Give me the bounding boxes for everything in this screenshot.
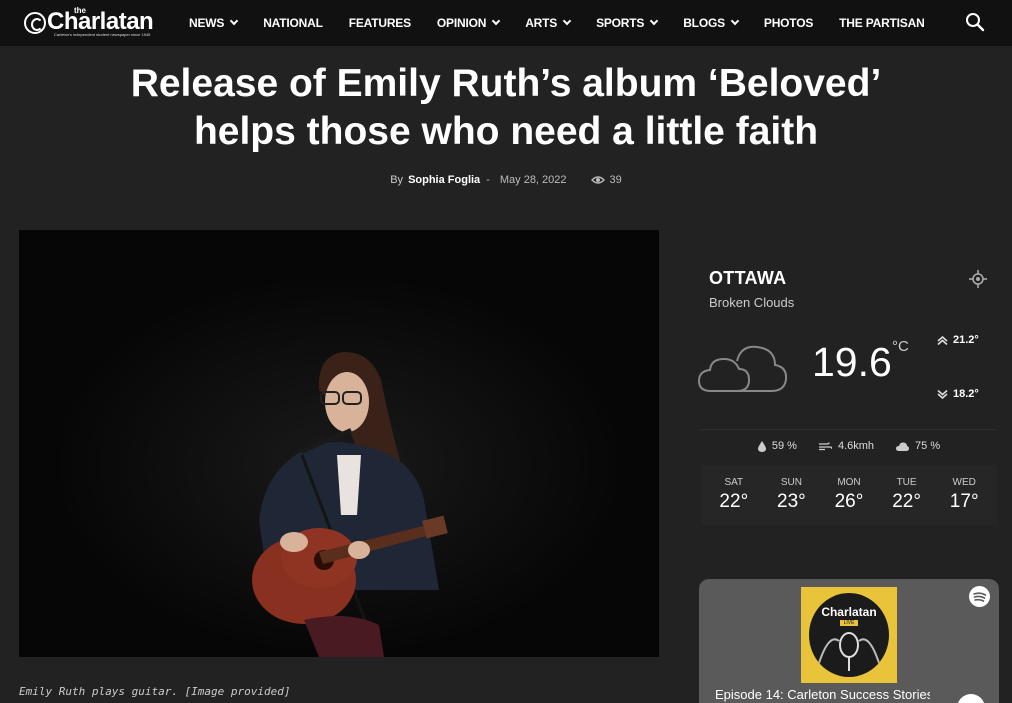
nav-item-label: FEATURES bbox=[348, 16, 411, 30]
nav-item-label: PHOTOS bbox=[763, 16, 814, 30]
chevron-down-icon bbox=[562, 16, 572, 26]
weather-stats: 59 % 4.6kmh 75 % bbox=[701, 431, 997, 461]
nav-item-blogs[interactable]: BLOGS bbox=[683, 16, 740, 30]
chevron-down-icon bbox=[649, 16, 659, 26]
site-logo[interactable]: Charlatan the Carleton's independent stu… bbox=[24, 5, 154, 41]
high-value: 21.2 bbox=[953, 334, 975, 346]
arrow-down-icon bbox=[937, 389, 948, 399]
podcast-cover-art[interactable]: Charlatan LIVE bbox=[801, 587, 897, 683]
degree-mark: ° bbox=[974, 334, 979, 346]
temperature-unit: °C bbox=[892, 338, 909, 355]
spotify-logo-icon[interactable] bbox=[969, 586, 990, 607]
nav-item-label: NEWS bbox=[189, 16, 225, 30]
small-cloud-icon bbox=[896, 441, 910, 451]
forecast-day-name: SAT bbox=[724, 477, 744, 488]
chevron-down-icon bbox=[229, 16, 239, 26]
forecast-day-name: WED bbox=[952, 477, 976, 488]
cover-art-circle: Charlatan LIVE bbox=[809, 593, 889, 677]
weather-widget: OTTAWA Broken Clouds 19.6 °C 21.2 ° 18.2 °… bbox=[697, 255, 1000, 525]
nav-item-label: SPORTS bbox=[596, 16, 645, 30]
forecast-day-name: MON bbox=[837, 477, 861, 488]
humidity-value: 59 % bbox=[771, 440, 797, 452]
meta-separator: - bbox=[486, 174, 490, 186]
cloud-icon bbox=[697, 345, 788, 392]
nav-item-features[interactable]: FEATURES bbox=[349, 16, 411, 30]
article-title-line-1: Release of Emily Ruth’s album ‘Beloved’ bbox=[130, 62, 882, 105]
humidity: 59 % bbox=[757, 440, 797, 452]
wind: 4.6kmh bbox=[818, 440, 875, 452]
forecast-day: SAT 22° bbox=[709, 465, 759, 525]
chevron-down-icon bbox=[491, 16, 501, 26]
degree-mark: ° bbox=[974, 388, 979, 400]
weather-forecast: SAT 22° SUN 23° MON 26° TUE 22° WED 17° bbox=[701, 465, 997, 525]
singer-guitar-photo bbox=[19, 230, 659, 657]
nav-item-label: OPINION bbox=[436, 16, 487, 30]
forecast-day-name: SUN bbox=[780, 477, 802, 488]
nav-item-arts[interactable]: ARTS bbox=[525, 16, 572, 30]
publish-date: May 28, 2022 bbox=[499, 174, 567, 186]
article-title-line-2: helps those who need a little faith bbox=[193, 110, 819, 153]
nav-item-label: THE PARTISAN bbox=[839, 16, 925, 30]
view-count: 39 bbox=[609, 174, 622, 186]
forecast-day: TUE 22° bbox=[882, 465, 932, 525]
logo-tagline: Carleton's independent student newspaper… bbox=[54, 32, 151, 37]
nav-item-news[interactable]: NEWS bbox=[189, 16, 239, 30]
droplet-icon bbox=[757, 440, 766, 452]
article-meta: By Sophia Foglia - May 28, 2022 39 bbox=[0, 174, 1012, 186]
weather-description: Broken Clouds bbox=[709, 295, 795, 310]
article-title: Release of Emily Ruth’s album ‘Beloved’ … bbox=[60, 60, 952, 156]
nav-item-photos[interactable]: PHOTOS bbox=[764, 16, 813, 30]
forecast-day: SUN 23° bbox=[766, 465, 816, 525]
eye-icon bbox=[590, 176, 605, 184]
logo-emblem-icon bbox=[24, 12, 46, 34]
divider bbox=[701, 429, 997, 430]
temperature-low: 18.2 ° bbox=[937, 388, 979, 400]
author-link[interactable]: Sophia Foglia bbox=[408, 174, 480, 186]
forecast-day-temp: 17° bbox=[949, 491, 979, 512]
nav-item-label: BLOGS bbox=[683, 16, 725, 30]
main-menu: NEWS NATIONAL FEATURES OPINION ARTS SPOR… bbox=[189, 0, 951, 46]
forecast-day-temp: 26° bbox=[834, 491, 864, 512]
byline-label: By bbox=[390, 174, 404, 186]
article-featured-image[interactable] bbox=[19, 230, 659, 657]
forecast-day: MON 26° bbox=[824, 465, 874, 525]
forecast-day-temp: 22° bbox=[892, 491, 921, 512]
wind-icon bbox=[818, 442, 832, 451]
search-icon[interactable] bbox=[965, 12, 985, 32]
location-target-icon[interactable] bbox=[969, 270, 987, 288]
forecast-day: WED 17° bbox=[939, 465, 989, 525]
arrow-up-icon bbox=[937, 335, 948, 345]
nav-item-national[interactable]: NATIONAL bbox=[263, 16, 323, 30]
nav-item-opinion[interactable]: OPINION bbox=[436, 16, 501, 30]
forecast-day-temp: 23° bbox=[777, 491, 806, 512]
current-temperature: 19.6 bbox=[812, 339, 892, 385]
cloud-cover: 75 % bbox=[896, 440, 940, 452]
temperature-high: 21.2 ° bbox=[937, 334, 979, 346]
wind-value: 4.6kmh bbox=[837, 440, 875, 452]
forecast-day-temp: 22° bbox=[719, 491, 749, 512]
nav-item-the-partisan[interactable]: THE PARTISAN bbox=[839, 16, 925, 30]
low-value: 18.2 bbox=[953, 388, 975, 400]
weather-city: OTTAWA bbox=[709, 268, 787, 288]
top-navigation-bar: Charlatan the Carleton's independent stu… bbox=[0, 0, 1012, 46]
spotify-podcast-embed[interactable]: Charlatan LIVE Episode 14: Carleton Succ… bbox=[699, 579, 999, 703]
logo-the: the bbox=[74, 6, 86, 15]
cloud-cover-value: 75 % bbox=[915, 440, 941, 452]
chevron-down-icon bbox=[730, 16, 740, 26]
nav-item-label: NATIONAL bbox=[263, 16, 323, 30]
play-button[interactable] bbox=[957, 694, 985, 703]
image-caption: Emily Ruth plays guitar. [Image provided… bbox=[19, 685, 291, 698]
episode-title[interactable]: Episode 14: Carleton Success Stories bbox=[715, 687, 930, 702]
microphone-illustration bbox=[818, 632, 880, 671]
forecast-day-name: TUE bbox=[896, 477, 917, 488]
nav-item-sports[interactable]: SPORTS bbox=[596, 16, 659, 30]
nav-item-label: ARTS bbox=[525, 16, 558, 30]
